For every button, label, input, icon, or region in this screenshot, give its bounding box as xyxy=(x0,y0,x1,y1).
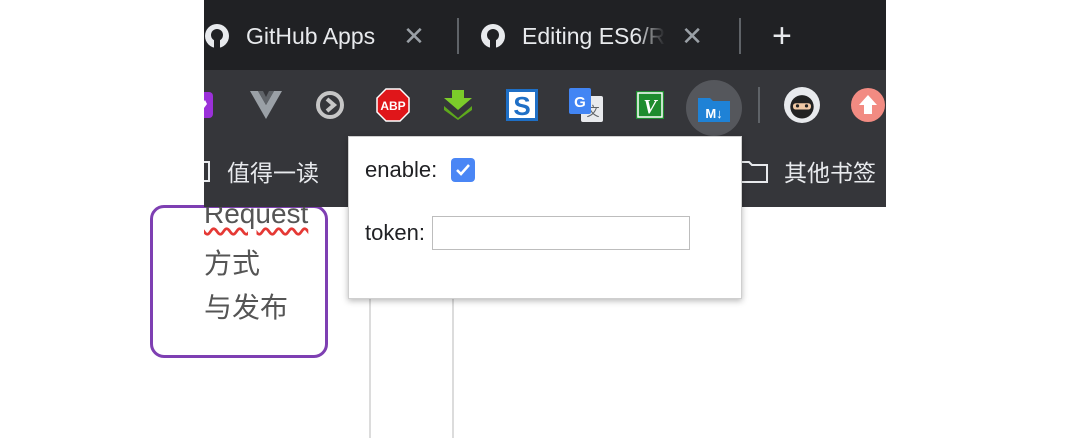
bookmark-label: 值得一读 xyxy=(227,160,319,186)
toolbar-separator xyxy=(758,87,760,123)
upload-arrow-icon[interactable] xyxy=(850,87,886,123)
page-text-publish: 与发布 xyxy=(204,292,289,323)
divider-line xyxy=(452,298,454,438)
enable-checkbox[interactable] xyxy=(451,158,476,182)
new-tab-button[interactable]: + xyxy=(772,14,792,58)
tab-github-apps[interactable]: GitHub Apps ✕ xyxy=(204,14,425,58)
play-circle-icon[interactable] xyxy=(312,87,348,123)
s-text: S xyxy=(513,91,530,121)
translate-text: G xyxy=(574,94,586,111)
token-row: token: xyxy=(365,216,690,250)
tab-separator xyxy=(739,18,741,54)
ninja-avatar-icon[interactable] xyxy=(784,87,820,123)
google-translate-icon[interactable]: 文G xyxy=(568,87,604,123)
extension-popup: enable: token: xyxy=(348,136,742,299)
github-icon xyxy=(481,24,505,48)
page-text-method: 方式 xyxy=(204,248,261,279)
markdown-text: M↓ xyxy=(705,106,722,121)
close-icon[interactable]: ✕ xyxy=(403,21,425,52)
github-icon xyxy=(205,24,229,48)
bookmark-label: 其他书签 xyxy=(784,160,876,186)
adblock-text: ABP xyxy=(380,99,405,113)
bookmark-folder-icon xyxy=(204,161,210,182)
tab-separator xyxy=(457,18,459,54)
ext-purple-icon[interactable] xyxy=(204,87,222,123)
enable-label: enable: xyxy=(365,157,438,182)
token-label: token: xyxy=(365,220,425,245)
enable-row: enable: xyxy=(365,157,476,183)
bookmark-other[interactable]: 其他书签 xyxy=(738,154,876,188)
token-input[interactable] xyxy=(431,216,690,250)
markdown-folder-icon[interactable]: M↓ xyxy=(686,80,742,136)
download-arrow-icon[interactable] xyxy=(440,87,476,123)
tab-title: GitHub Apps xyxy=(246,22,376,49)
divider-line xyxy=(369,298,371,438)
vue-devtools-icon[interactable] xyxy=(248,87,284,123)
folder-icon xyxy=(738,161,768,183)
v-extension-icon[interactable]: V xyxy=(632,87,668,123)
close-icon[interactable]: ✕ xyxy=(681,21,703,52)
v-text: V xyxy=(643,96,658,118)
adblock-plus-icon[interactable]: ABP xyxy=(375,87,411,123)
bookmark-worth-reading[interactable]: 值得一读 xyxy=(204,154,319,188)
s-extension-icon[interactable]: S xyxy=(504,87,540,123)
tab-bar: GitHub Apps ✕ Editing ES6/R ✕ + xyxy=(204,0,886,70)
checkmark-icon xyxy=(456,164,471,176)
tab-editing[interactable]: Editing ES6/R ✕ xyxy=(480,14,703,58)
tab-title: Editing ES6/R xyxy=(522,22,666,49)
